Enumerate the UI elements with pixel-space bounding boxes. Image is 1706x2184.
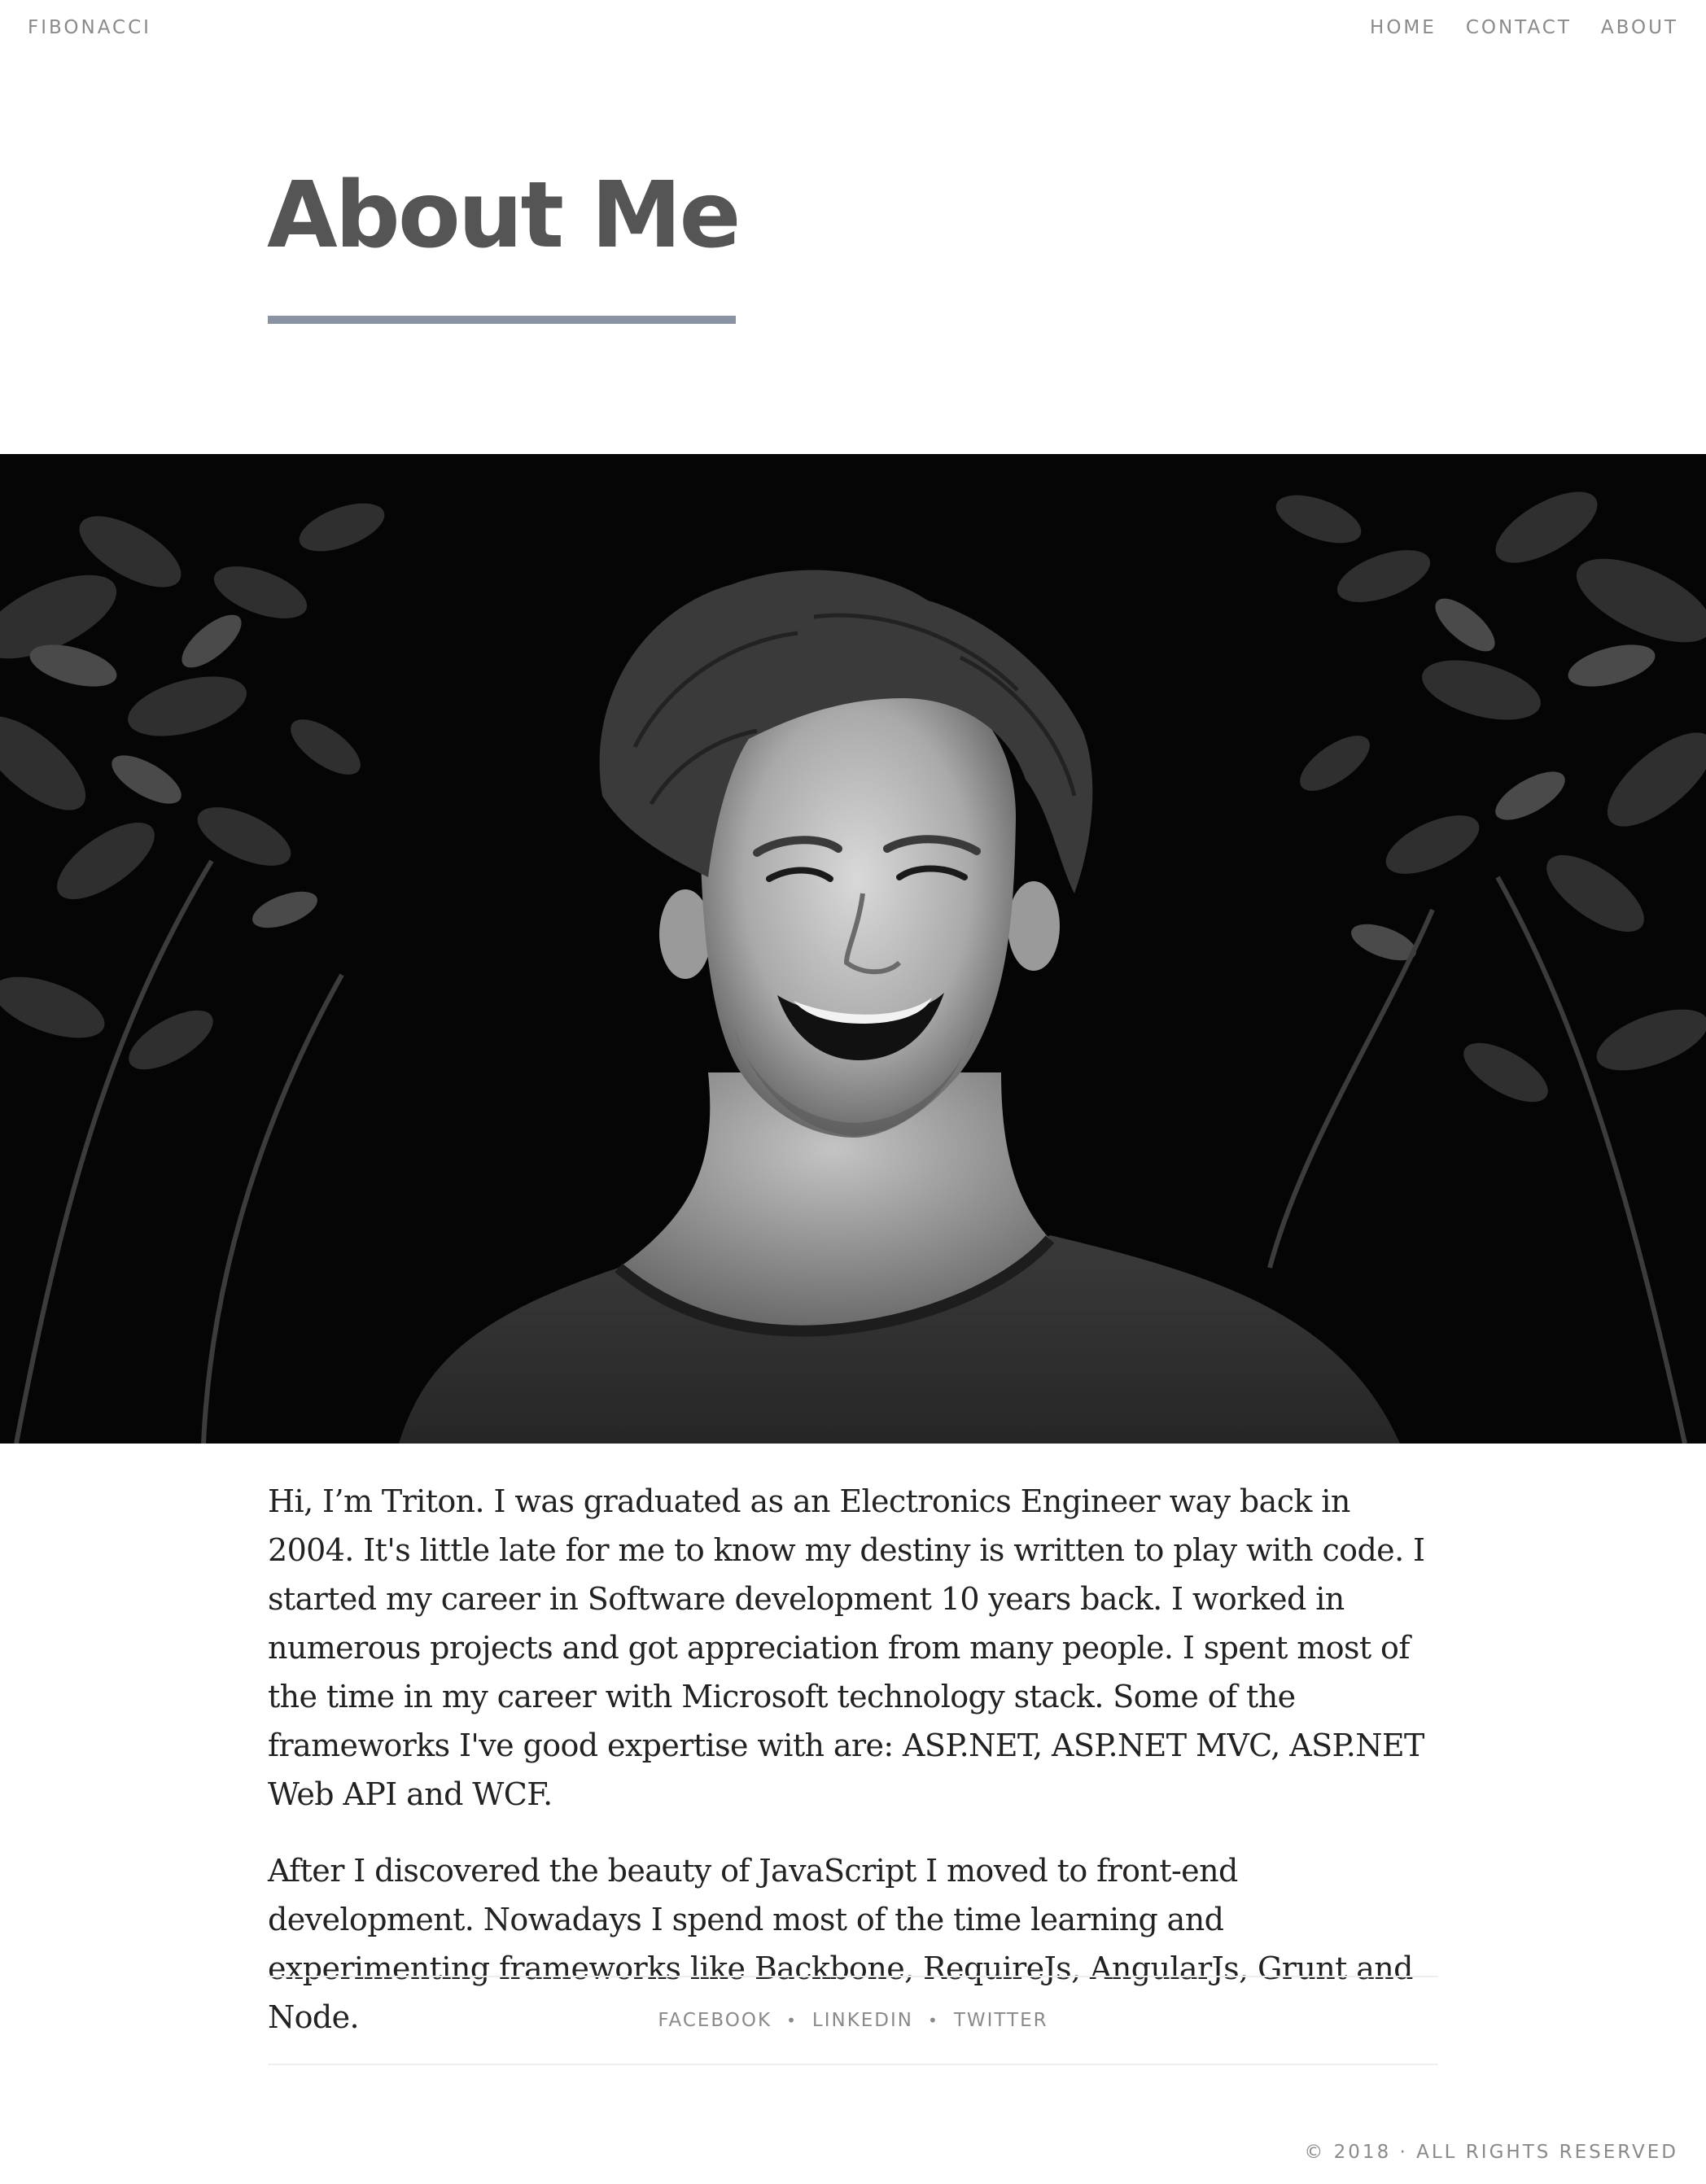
linkedin-link[interactable]: LINKEDIN bbox=[812, 2010, 913, 2031]
title-underline bbox=[268, 316, 736, 324]
social-links: FACEBOOK • LINKEDIN • TWITTER bbox=[268, 1976, 1438, 2065]
hero-portrait-image bbox=[0, 454, 1706, 1444]
page-title: About Me bbox=[267, 163, 741, 269]
portrait-photo-illustration bbox=[0, 454, 1706, 1444]
bio-paragraph-1: Hi, I’m Triton. I was graduated as an El… bbox=[268, 1483, 1425, 1812]
nav-about-link[interactable]: ABOUT bbox=[1601, 17, 1678, 38]
separator-dot: • bbox=[928, 2011, 939, 2030]
brand-link[interactable]: FIBONACCI bbox=[28, 17, 151, 38]
nav-home-link[interactable]: HOME bbox=[1370, 17, 1437, 38]
separator-dot: • bbox=[786, 2011, 798, 2030]
facebook-link[interactable]: FACEBOOK bbox=[658, 2010, 772, 2031]
main-nav: HOME CONTACT ABOUT bbox=[1370, 17, 1678, 38]
copyright-text: © 2018 · ALL RIGHTS RESERVED bbox=[1304, 2142, 1678, 2163]
top-navigation: FIBONACCI HOME CONTACT ABOUT bbox=[0, 0, 1706, 59]
twitter-link[interactable]: TWITTER bbox=[954, 2010, 1048, 2031]
nav-contact-link[interactable]: CONTACT bbox=[1466, 17, 1572, 38]
